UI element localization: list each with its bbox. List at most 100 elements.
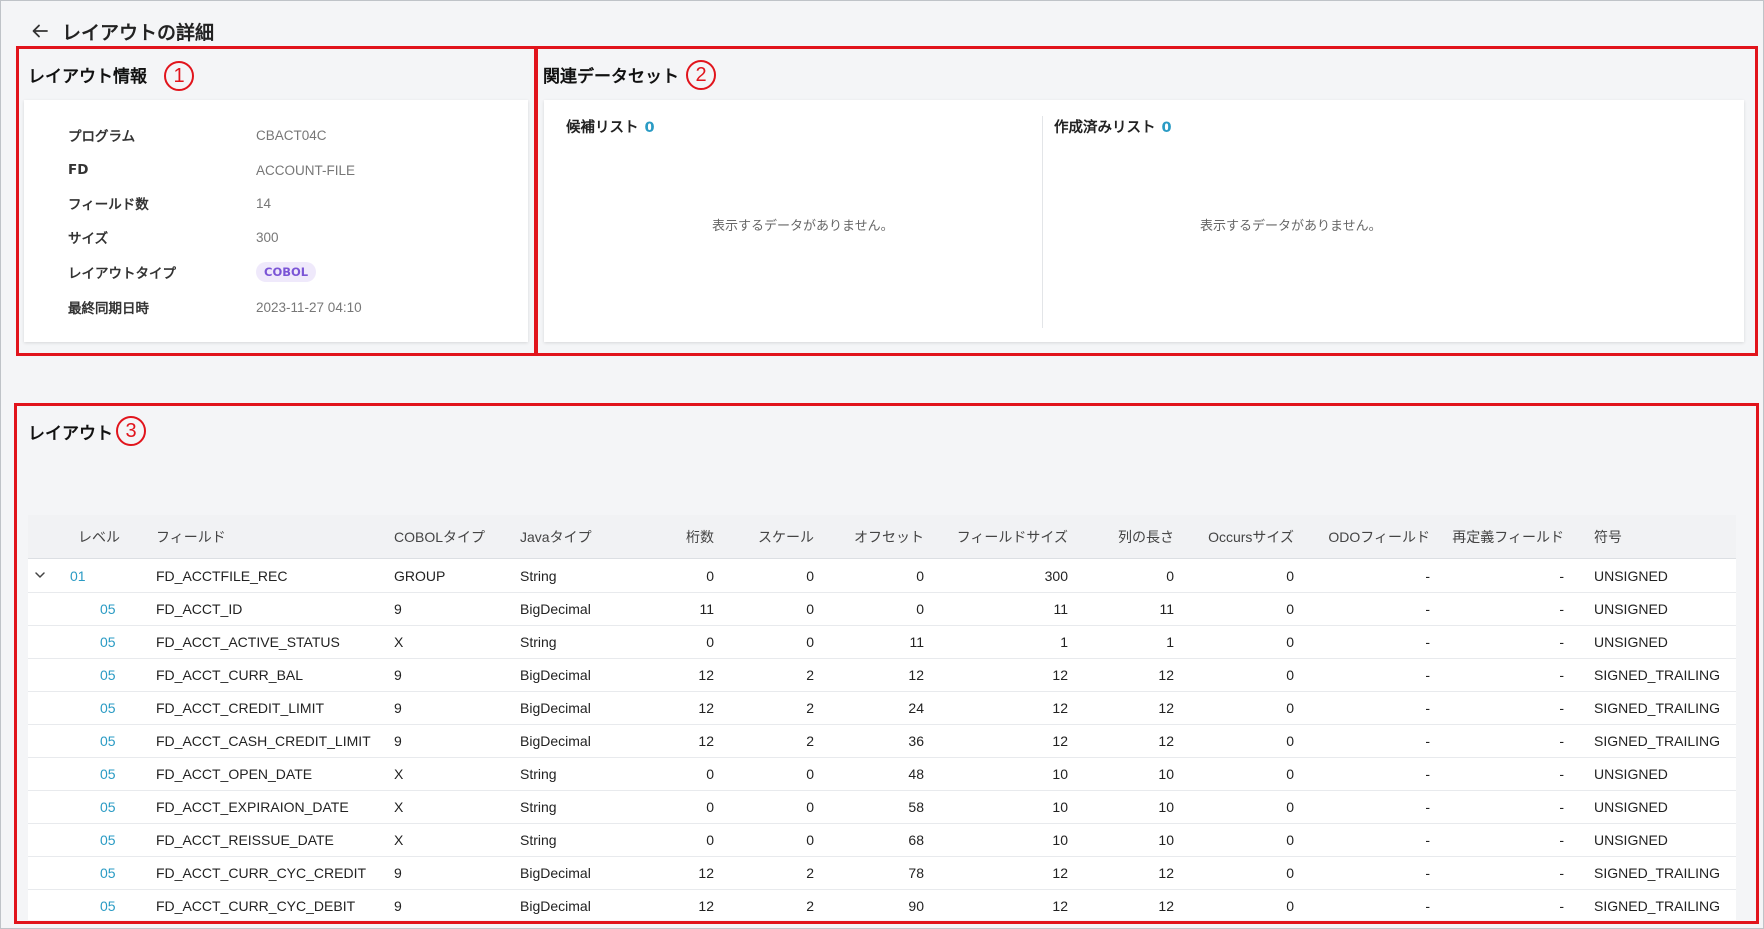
cell-level[interactable]: 05 xyxy=(28,691,148,725)
cell-redefines-field: - xyxy=(1438,724,1572,758)
cell-level[interactable]: 05 xyxy=(28,856,148,890)
cell-scale: 0 xyxy=(722,790,822,824)
cell-digits: 0 xyxy=(644,823,722,857)
col-header-level[interactable]: レベル xyxy=(28,515,148,559)
table-row[interactable]: 05 FD_ACCT_CASH_CREDIT_LIMIT 9 BigDecimal 12… xyxy=(28,724,1736,758)
cell-column-length: 12 xyxy=(1076,889,1182,920)
cell-level[interactable]: 05 xyxy=(28,625,148,659)
cell-scale: 0 xyxy=(722,592,822,626)
cell-redefines-field: - xyxy=(1438,790,1572,824)
col-header-occurs-size[interactable]: Occursサイズ xyxy=(1182,515,1302,559)
cell-occurs-size: 0 xyxy=(1182,625,1302,659)
cell-sign: SIGNED_TRAILING xyxy=(1572,724,1736,758)
col-header-field[interactable]: フィールド xyxy=(148,515,386,559)
cell-java-type: String xyxy=(512,823,644,857)
col-header-odo-field[interactable]: ODOフィールド xyxy=(1302,515,1438,559)
cell-column-length: 11 xyxy=(1076,592,1182,626)
info-value: CBACT04C xyxy=(256,127,327,143)
col-header-cobol-type[interactable]: COBOLタイプ xyxy=(386,515,512,559)
info-row-size: サイズ 300 xyxy=(68,226,279,248)
annotation-marker-3: 3 xyxy=(116,416,146,446)
cell-cobol-type: X xyxy=(386,757,512,791)
table-row[interactable]: 05 FD_ACCT_CURR_BAL 9 BigDecimal 12 2 12 12 12 0-… xyxy=(28,658,1736,692)
cell-offset: 36 xyxy=(822,724,932,758)
table-row[interactable]: 05 FD_ACCT_CURR_CYC_DEBIT 9 BigDecimal 12 2 90… xyxy=(28,889,1736,920)
cell-field: FD_ACCT_CREDIT_LIMIT xyxy=(148,691,386,725)
cell-level[interactable]: 05 xyxy=(28,790,148,824)
cell-offset: 12 xyxy=(822,658,932,692)
cell-level[interactable]: 05 xyxy=(28,592,148,626)
cell-cobol-type: GROUP xyxy=(386,558,512,593)
cell-sign: UNSIGNED xyxy=(1572,823,1736,857)
cell-column-length: 1 xyxy=(1076,625,1182,659)
col-header-column-length[interactable]: 列の長さ xyxy=(1076,515,1182,559)
cell-redefines-field: - xyxy=(1438,889,1572,920)
arrow-left-icon[interactable] xyxy=(28,19,52,43)
cell-level[interactable]: 05 xyxy=(28,658,148,692)
layout-table: レベル フィールド COBOLタイプ Javaタイプ 桁数 スケール オフセット… xyxy=(28,515,1736,920)
cell-sign: UNSIGNED xyxy=(1572,757,1736,791)
created-list-label: 作成済みリスト xyxy=(1054,120,1156,136)
cell-occurs-size: 0 xyxy=(1182,658,1302,692)
cell-field: FD_ACCT_REISSUE_DATE xyxy=(148,823,386,857)
created-empty-message: 表示するデータがありません。 xyxy=(1200,219,1382,234)
related-dataset-title: 関連データセット xyxy=(543,67,679,87)
cell-column-length: 10 xyxy=(1076,790,1182,824)
col-header-java-type[interactable]: Javaタイプ xyxy=(512,515,644,559)
cell-occurs-size: 0 xyxy=(1182,823,1302,857)
info-row-fd: FD ACCOUNT-FILE xyxy=(68,159,355,181)
cell-redefines-field: - xyxy=(1438,856,1572,890)
cell-cobol-type: X xyxy=(386,625,512,659)
col-header-redefines-field[interactable]: 再定義フィールド xyxy=(1438,515,1572,559)
table-row[interactable]: 05 FD_ACCT_ACTIVE_STATUS X String 0 0 11 1 1 0- - U… xyxy=(28,625,1736,659)
created-list-title: 作成済みリスト 0 xyxy=(1054,116,1172,137)
cell-cobol-type: 9 xyxy=(386,856,512,890)
cell-odo-field: - xyxy=(1302,790,1438,824)
cell-digits: 11 xyxy=(644,592,722,626)
info-value: 14 xyxy=(256,195,272,211)
cell-occurs-size: 0 xyxy=(1182,724,1302,758)
chevron-down-icon[interactable] xyxy=(34,568,48,584)
cell-cobol-type: X xyxy=(386,790,512,824)
table-row[interactable]: 05 FD_ACCT_CURR_CYC_CREDIT 9 BigDecimal 12 2 7… xyxy=(28,856,1736,890)
cell-occurs-size: 0 xyxy=(1182,691,1302,725)
cell-offset: 0 xyxy=(822,592,932,626)
info-label: フィールド数 xyxy=(68,197,149,213)
cell-field-size: 1 xyxy=(932,625,1076,659)
cell-scale: 2 xyxy=(722,724,822,758)
col-header-sign[interactable]: 符号 xyxy=(1572,515,1736,559)
cell-redefines-field: - xyxy=(1438,558,1572,593)
cell-field: FD_ACCT_CURR_CYC_DEBIT xyxy=(148,889,386,920)
table-row[interactable]: 05 FD_ACCT_OPEN_DATE X String 0 0 48 10 10 0- - UNS… xyxy=(28,757,1736,791)
candidate-list-label: 候補リスト xyxy=(566,120,639,136)
cell-level[interactable]: 01 xyxy=(28,558,148,593)
table-row[interactable]: 05 FD_ACCT_REISSUE_DATE X String 0 0 68 10 10 0- -… xyxy=(28,823,1736,857)
cell-level[interactable]: 05 xyxy=(28,757,148,791)
col-header-field-size[interactable]: フィールドサイズ xyxy=(932,515,1076,559)
table-row[interactable]: 05 FD_ACCT_ID 9 BigDecimal 11 0 0 11 11 0- - UNSIGN… xyxy=(28,592,1736,626)
cell-level[interactable]: 05 xyxy=(28,823,148,857)
col-header-digits[interactable]: 桁数 xyxy=(644,515,722,559)
cell-digits: 0 xyxy=(644,790,722,824)
layout-table-container: レベル フィールド COBOLタイプ Javaタイプ 桁数 スケール オフセット… xyxy=(28,515,1736,920)
cell-java-type: BigDecimal xyxy=(512,856,644,890)
cell-odo-field: - xyxy=(1302,724,1438,758)
cell-odo-field: - xyxy=(1302,691,1438,725)
cell-java-type: BigDecimal xyxy=(512,658,644,692)
annotation-marker-1: 1 xyxy=(164,61,194,91)
table-row[interactable]: 05 FD_ACCT_CREDIT_LIMIT 9 BigDecimal 12 2 24 12… xyxy=(28,691,1736,725)
table-row[interactable]: 01 FD_ACCTFILE_REC GROUP String 0 0 0 300 0 0- - UN… xyxy=(28,558,1736,593)
cell-scale: 0 xyxy=(722,823,822,857)
cell-level[interactable]: 05 xyxy=(28,889,148,920)
cell-odo-field: - xyxy=(1302,823,1438,857)
cell-scale: 2 xyxy=(722,658,822,692)
cell-level[interactable]: 05 xyxy=(28,724,148,758)
cell-occurs-size: 0 xyxy=(1182,889,1302,920)
cell-column-length: 10 xyxy=(1076,757,1182,791)
col-header-scale[interactable]: スケール xyxy=(722,515,822,559)
cell-field-size: 12 xyxy=(932,889,1076,920)
cell-odo-field: - xyxy=(1302,658,1438,692)
col-header-offset[interactable]: オフセット xyxy=(822,515,932,559)
table-row[interactable]: 05 FD_ACCT_EXPIRAION_DATE X String 0 0 58 10 10 0… xyxy=(28,790,1736,824)
cell-offset: 78 xyxy=(822,856,932,890)
